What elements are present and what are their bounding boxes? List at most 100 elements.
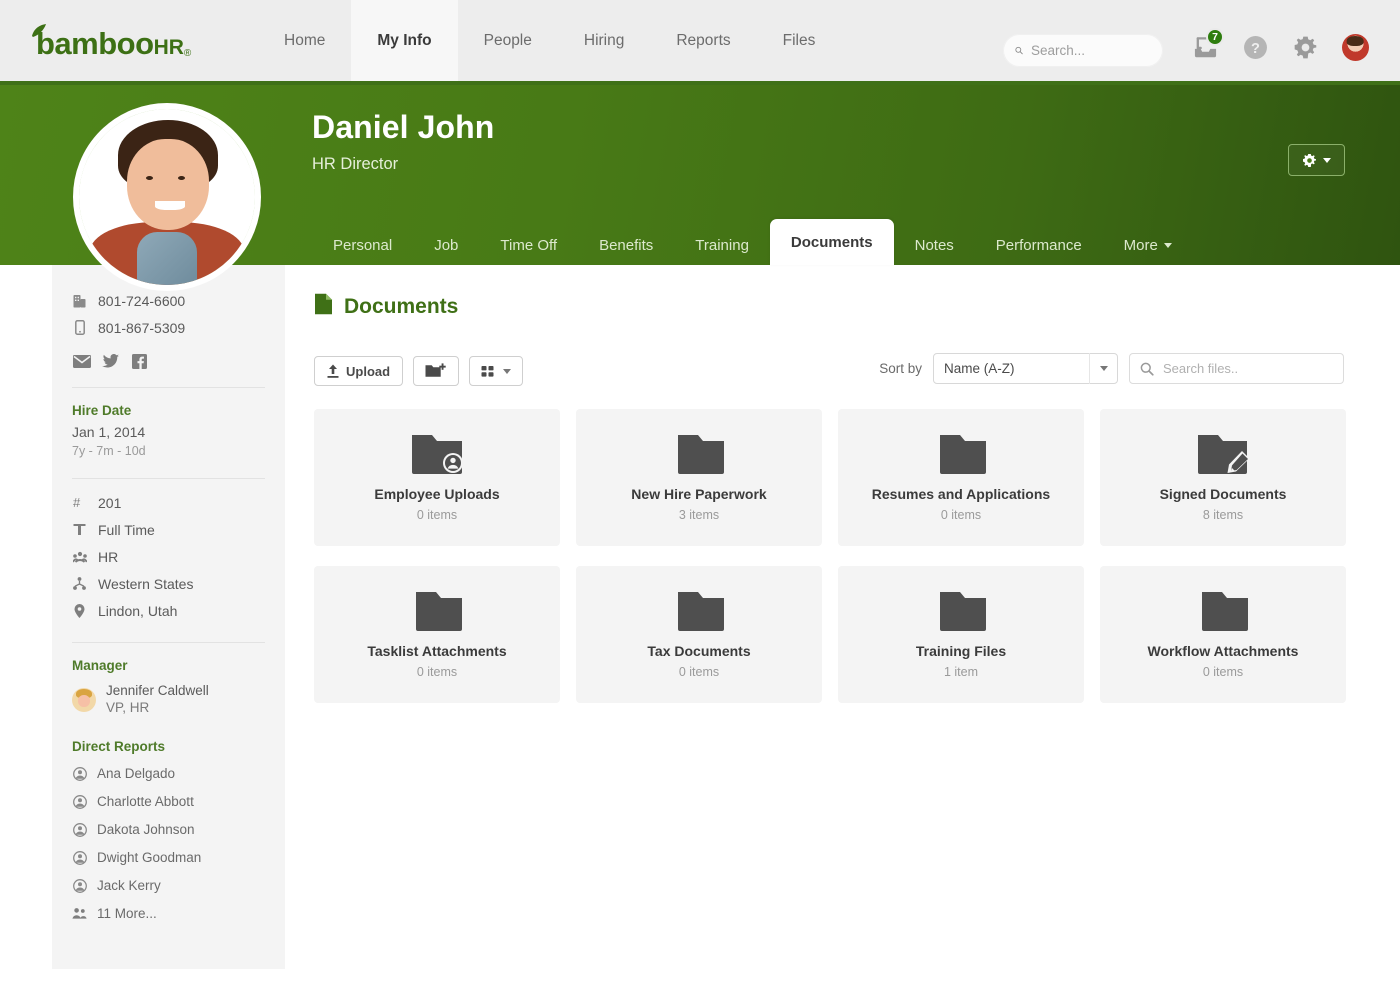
svg-text:?: ?: [1251, 41, 1260, 57]
folder-card-training-files[interactable]: Training Files 1 item: [838, 566, 1084, 703]
tab-training[interactable]: Training: [674, 225, 770, 265]
direct-report-item[interactable]: Dakota Johnson: [52, 816, 285, 844]
tab-job[interactable]: Job: [413, 225, 479, 265]
settings-icon-button[interactable]: [1290, 32, 1320, 62]
view-mode-button[interactable]: [469, 356, 524, 386]
employee-sidebar: 801-724-6600 801-867-5309 Hire Date Jan …: [52, 265, 285, 969]
sort-by-value: Name (A-Z): [944, 361, 1015, 376]
direct-report-name: Charlotte Abbott: [97, 794, 194, 810]
folder-item-count: 3 items: [678, 508, 720, 522]
work-phone-value: 801-724-6600: [98, 292, 186, 309]
folder-name: Tax Documents: [647, 643, 751, 659]
nav-item-people[interactable]: People: [458, 0, 558, 81]
logo-suffix: HR: [153, 36, 184, 59]
mobile-phone-icon: [72, 320, 87, 335]
folder-card-new-hire-paperwork[interactable]: New Hire Paperwork 3 items: [576, 409, 822, 546]
folder-name: Training Files: [915, 643, 1007, 659]
person-icon: [72, 766, 87, 781]
folder-name: Tasklist Attachments: [367, 643, 507, 659]
tenure-value: 7y - 7m - 10d: [72, 444, 146, 458]
inbox-icon-button[interactable]: 7: [1190, 28, 1224, 62]
new-folder-icon: [425, 363, 446, 377]
file-search-input[interactable]: [1163, 361, 1328, 376]
nav-item-files[interactable]: Files: [757, 0, 842, 81]
employment-type-icon: [72, 523, 87, 536]
upload-button-label: Upload: [346, 363, 391, 379]
nav-icon-group: 7 ?: [1190, 28, 1370, 62]
inbox-badge-count: 7: [1206, 28, 1224, 46]
manager-role: VP, HR: [106, 699, 150, 715]
folder-card-tax-documents[interactable]: Tax Documents 0 items: [576, 566, 822, 703]
attribute-location: Lindon, Utah: [52, 597, 285, 624]
logo-brand: bamboo: [36, 26, 154, 61]
person-icon: [72, 850, 87, 865]
sort-by-label: Sort by: [879, 361, 922, 376]
email-icon[interactable]: [72, 353, 91, 370]
chevron-down-icon: [1089, 353, 1117, 384]
direct-report-item[interactable]: Ana Delgado: [52, 760, 285, 788]
employee-photo[interactable]: [73, 103, 261, 291]
tab-notes[interactable]: Notes: [894, 225, 975, 265]
folder-icon: [669, 586, 729, 634]
search-input[interactable]: [1031, 43, 1151, 58]
facebook-icon[interactable]: [130, 353, 149, 370]
upload-icon: [327, 364, 339, 378]
tab-performance[interactable]: Performance: [975, 225, 1103, 265]
tab-personal[interactable]: Personal: [312, 225, 413, 265]
department-value: HR: [98, 548, 119, 565]
nav-item-hiring[interactable]: Hiring: [558, 0, 650, 81]
upload-button[interactable]: Upload: [314, 356, 404, 386]
attribute-employment-type: Full Time: [52, 516, 285, 543]
tab-more-label: More: [1123, 236, 1158, 254]
contact-work-phone[interactable]: 801-724-6600: [52, 287, 285, 314]
help-icon: ?: [1243, 35, 1267, 59]
left-gutter: [0, 265, 52, 989]
tab-more[interactable]: More: [1103, 225, 1193, 265]
folder-name: Workflow Attachments: [1147, 643, 1299, 659]
bamboohr-app: bamboo HR ® Home My Info People Hiring R…: [0, 0, 1400, 989]
direct-report-name: Jack Kerry: [97, 878, 161, 894]
account-avatar-button[interactable]: [1340, 32, 1370, 62]
folder-name: Signed Documents: [1159, 486, 1287, 502]
documents-toolbar: Upload: [314, 356, 524, 386]
folder-card-signed-documents[interactable]: Signed Documents 8 items: [1100, 409, 1346, 546]
folder-card-resumes-and-applications[interactable]: Resumes and Applications 0 items: [838, 409, 1084, 546]
folder-card-employee-uploads[interactable]: Employee Uploads 0 items: [314, 409, 560, 546]
help-icon-button[interactable]: ?: [1240, 32, 1270, 62]
manager-avatar: [72, 687, 96, 712]
main-nav-items: Home My Info People Hiring Reports Files: [258, 0, 841, 81]
tab-time-off[interactable]: Time Off: [479, 225, 578, 265]
bamboohr-logo[interactable]: bamboo HR ®: [32, 24, 191, 61]
folder-card-workflow-attachments[interactable]: Workflow Attachments 0 items: [1100, 566, 1346, 703]
direct-report-item[interactable]: Charlotte Abbott: [52, 788, 285, 816]
nav-item-home[interactable]: Home: [258, 0, 351, 81]
mobile-phone-value: 801-867-5309: [98, 319, 186, 336]
tab-documents[interactable]: Documents: [769, 219, 894, 265]
new-folder-button[interactable]: [413, 356, 460, 386]
direct-report-item[interactable]: Jack Kerry: [52, 872, 285, 900]
chevron-down-icon: [1323, 157, 1331, 163]
section-header: Documents: [285, 265, 1400, 320]
profile-settings-button[interactable]: [1288, 144, 1345, 176]
employment-type-value: Full Time: [98, 521, 155, 538]
employee-job-title: HR Director: [312, 155, 399, 173]
manager-row[interactable]: Jennifer Caldwell VP, HR: [52, 679, 285, 717]
folder-item-count: 0 items: [416, 665, 458, 679]
leaf-icon: [32, 24, 46, 37]
nav-item-reports[interactable]: Reports: [650, 0, 756, 81]
division-icon: [72, 577, 87, 590]
folder-icon: [931, 586, 991, 634]
tab-benefits[interactable]: Benefits: [578, 225, 674, 265]
nav-item-my-info[interactable]: My Info: [351, 0, 458, 81]
hire-date-value: Jan 1, 2014: [72, 424, 146, 440]
direct-reports-more[interactable]: 11 More...: [52, 900, 285, 928]
contact-mobile-phone[interactable]: 801-867-5309: [52, 314, 285, 341]
twitter-icon[interactable]: [101, 353, 120, 370]
folder-item-count: 0 items: [940, 508, 982, 522]
person-icon: [72, 878, 87, 893]
folder-card-tasklist-attachments[interactable]: Tasklist Attachments 0 items: [314, 566, 560, 703]
file-search[interactable]: [1129, 353, 1344, 384]
direct-report-item[interactable]: Dwight Goodman: [52, 844, 285, 872]
sort-by-select[interactable]: Name (A-Z): [933, 353, 1118, 384]
global-search[interactable]: [1003, 34, 1163, 67]
